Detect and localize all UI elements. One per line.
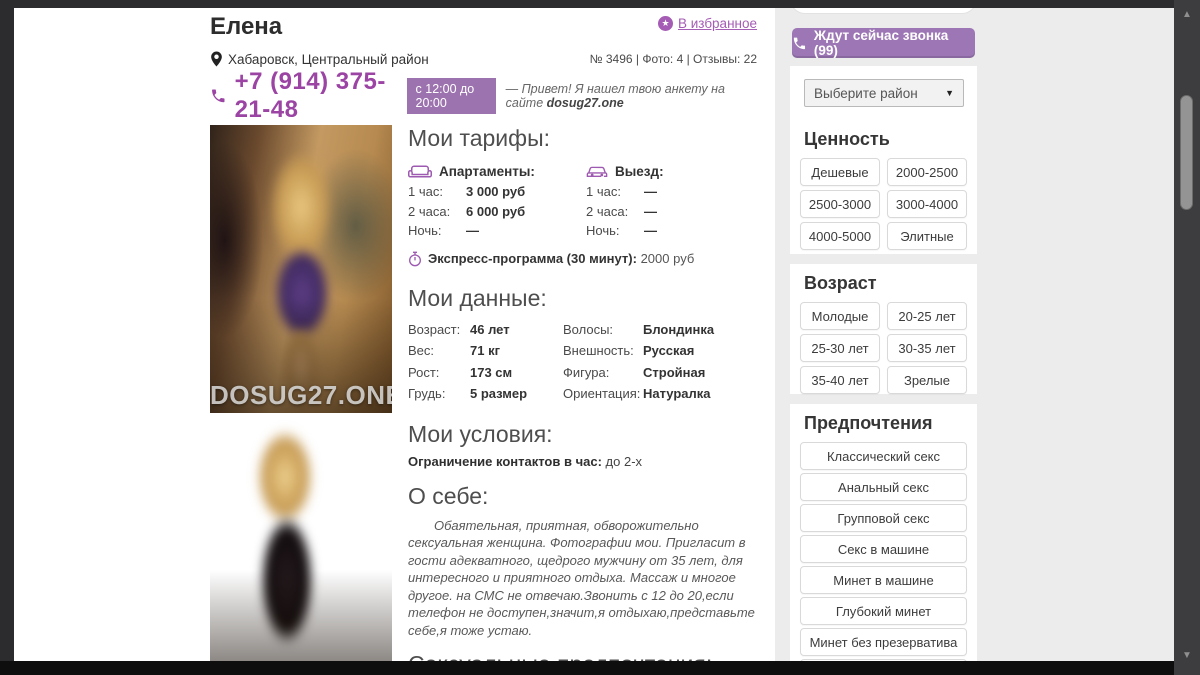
- sofa-icon: [408, 165, 432, 177]
- preference-filter-button[interactable]: Глубокий минет: [800, 597, 967, 625]
- favorites-profiles-button[interactable]: ★ Избранные анкеты (0): [790, 8, 977, 14]
- tariff-row: 2 часа: —: [586, 203, 657, 219]
- photo-watermark: DOSUG27.ONE: [210, 380, 392, 410]
- data-row: Внешность: Русская: [563, 343, 695, 358]
- price-filter-button[interactable]: Элитные: [887, 222, 967, 250]
- profile-photo-2[interactable]: [210, 419, 392, 661]
- age-filter-card: Возраст Молодые 20-25 лет 25-30 лет 30-3…: [790, 264, 977, 394]
- phone-number[interactable]: +7 (914) 375-21-48: [210, 68, 397, 124]
- preference-filter-button[interactable]: Групповой секс: [800, 504, 967, 532]
- age-filter-button[interactable]: 25-30 лет: [800, 334, 880, 362]
- age-filter-button[interactable]: 35-40 лет: [800, 366, 880, 394]
- preferences-title: Сексуальные предпочтения:: [408, 651, 765, 661]
- profile-photo-1[interactable]: DOSUG27.ONE: [210, 125, 392, 413]
- waiting-call-button[interactable]: Ждут сейчас звонка (99): [792, 28, 975, 58]
- data-title: Мои данные:: [408, 284, 547, 311]
- age-filter-title: Возраст: [804, 273, 877, 293]
- photo-column: DOSUG27.ONE: [210, 125, 392, 661]
- greeting-text: — Привет! Я нашел твою анкету на сайте d…: [505, 82, 725, 110]
- profile-meta-counters: № 3496 | Фото: 4 | Отзывы: 22: [589, 52, 757, 66]
- data-row: Грудь: 5 размер: [408, 386, 528, 401]
- photo-shade: [210, 570, 392, 661]
- tariffs-title: Мои тарифы:: [408, 125, 550, 151]
- preferences-filter-title: Предпочтения: [804, 413, 933, 433]
- phone-icon: [793, 37, 806, 49]
- about-text: Обаятельная, приятная, обворожительно се…: [408, 517, 755, 638]
- profile-name: Елена: [210, 13, 283, 40]
- age-filter-button[interactable]: 30-35 лет: [887, 334, 967, 362]
- location: Хабаровск, Центральный район: [210, 51, 429, 67]
- age-filter-button[interactable]: Зрелые: [887, 366, 967, 394]
- photo-figure: [256, 429, 314, 525]
- page: Елена ★ В избранное Хабаровск, Центральн…: [0, 0, 1200, 675]
- data-row: Возраст: 46 лет: [408, 321, 510, 337]
- profile-card: Елена ★ В избранное Хабаровск, Центральн…: [210, 8, 775, 661]
- district-select[interactable]: Выберите район ▼: [804, 79, 964, 107]
- about-title: О себе:: [408, 482, 489, 509]
- scroll-down-arrow[interactable]: ▼: [1174, 651, 1200, 661]
- price-filter-title: Ценность: [804, 129, 890, 149]
- express-program-row: Экспресс-программа (30 минут): 2000 руб: [408, 251, 765, 267]
- apartments-label: Апартаменты:: [439, 163, 535, 179]
- data-row: Вес: 71 кг: [408, 343, 500, 358]
- location-pin-icon: [211, 51, 222, 67]
- price-filter-button[interactable]: 2000-2500: [887, 158, 967, 186]
- price-filter-button[interactable]: 2500-3000: [800, 190, 880, 218]
- chevron-down-icon: ▼: [945, 88, 954, 98]
- district-select-value: Выберите район: [814, 85, 918, 101]
- preference-filter-button[interactable]: Анальный секс: [800, 473, 967, 501]
- preferences-filter-card: Предпочтения Классический секс Анальный …: [790, 404, 977, 661]
- conditions-title: Мои условия:: [408, 420, 553, 447]
- preference-filter-button[interactable]: Минет в машине: [800, 566, 967, 594]
- tariff-row: 2 часа: 6 000 руб: [408, 203, 526, 219]
- star-icon: ★: [657, 16, 673, 31]
- outcall-label: Выезд:: [615, 163, 664, 179]
- stopwatch-icon: [409, 251, 421, 266]
- price-filter-card: Ценность Дешевые 2000-2500 2500-3000 300…: [790, 120, 977, 254]
- price-filter-button[interactable]: Дешевые: [800, 158, 880, 186]
- tariff-row: 1 час: —: [586, 184, 657, 199]
- data-row: Рост: 173 см: [408, 364, 513, 380]
- scrollbar-track[interactable]: ▲ ▼: [1174, 0, 1200, 675]
- schedule-badge: с 12:00 до 20:00: [406, 78, 496, 114]
- preference-filter-button[interactable]: Классический секс: [800, 442, 967, 470]
- tariff-row: Ночь: —: [586, 223, 657, 238]
- details-column: Мои тарифы: Апартаменты: 1 час: 3 000 руб…: [392, 125, 765, 661]
- window-bottom-bar: [0, 661, 1174, 675]
- tariff-row: Ночь: —: [408, 223, 479, 238]
- price-filter-button[interactable]: 3000-4000: [887, 190, 967, 218]
- favorites-link-label: В избранное: [677, 16, 757, 31]
- window-left-edge: [0, 0, 14, 675]
- data-row: Фигура: Стройная: [563, 364, 706, 380]
- preference-filter-button[interactable]: Секс в машине: [800, 535, 967, 563]
- data-row: Волосы: Блондинка: [563, 321, 715, 337]
- add-to-favorites-link[interactable]: ★ В избранное: [657, 16, 757, 31]
- scrollbar-thumb[interactable]: [1180, 95, 1193, 210]
- site-name: dosug27.one: [546, 96, 624, 110]
- tariff-row: 1 час: 3 000 руб: [408, 184, 526, 199]
- page-content: Елена ★ В избранное Хабаровск, Центральн…: [14, 8, 1174, 661]
- data-row: Ориентация: Натуралка: [563, 386, 711, 401]
- preference-filter-button[interactable]: Минет без презерватива: [800, 628, 967, 656]
- age-filter-button[interactable]: 20-25 лет: [887, 302, 967, 330]
- conditions-row: Ограничение контактов в час: до 2-х: [408, 453, 643, 469]
- scroll-up-arrow[interactable]: ▲: [1174, 10, 1200, 20]
- car-icon: [586, 166, 608, 177]
- age-filter-button[interactable]: Молодые: [800, 302, 880, 330]
- district-select-card: Выберите район ▼: [790, 66, 977, 120]
- phone-icon: [212, 89, 225, 103]
- window-top-bar: [0, 0, 1174, 8]
- price-filter-button[interactable]: 4000-5000: [800, 222, 880, 250]
